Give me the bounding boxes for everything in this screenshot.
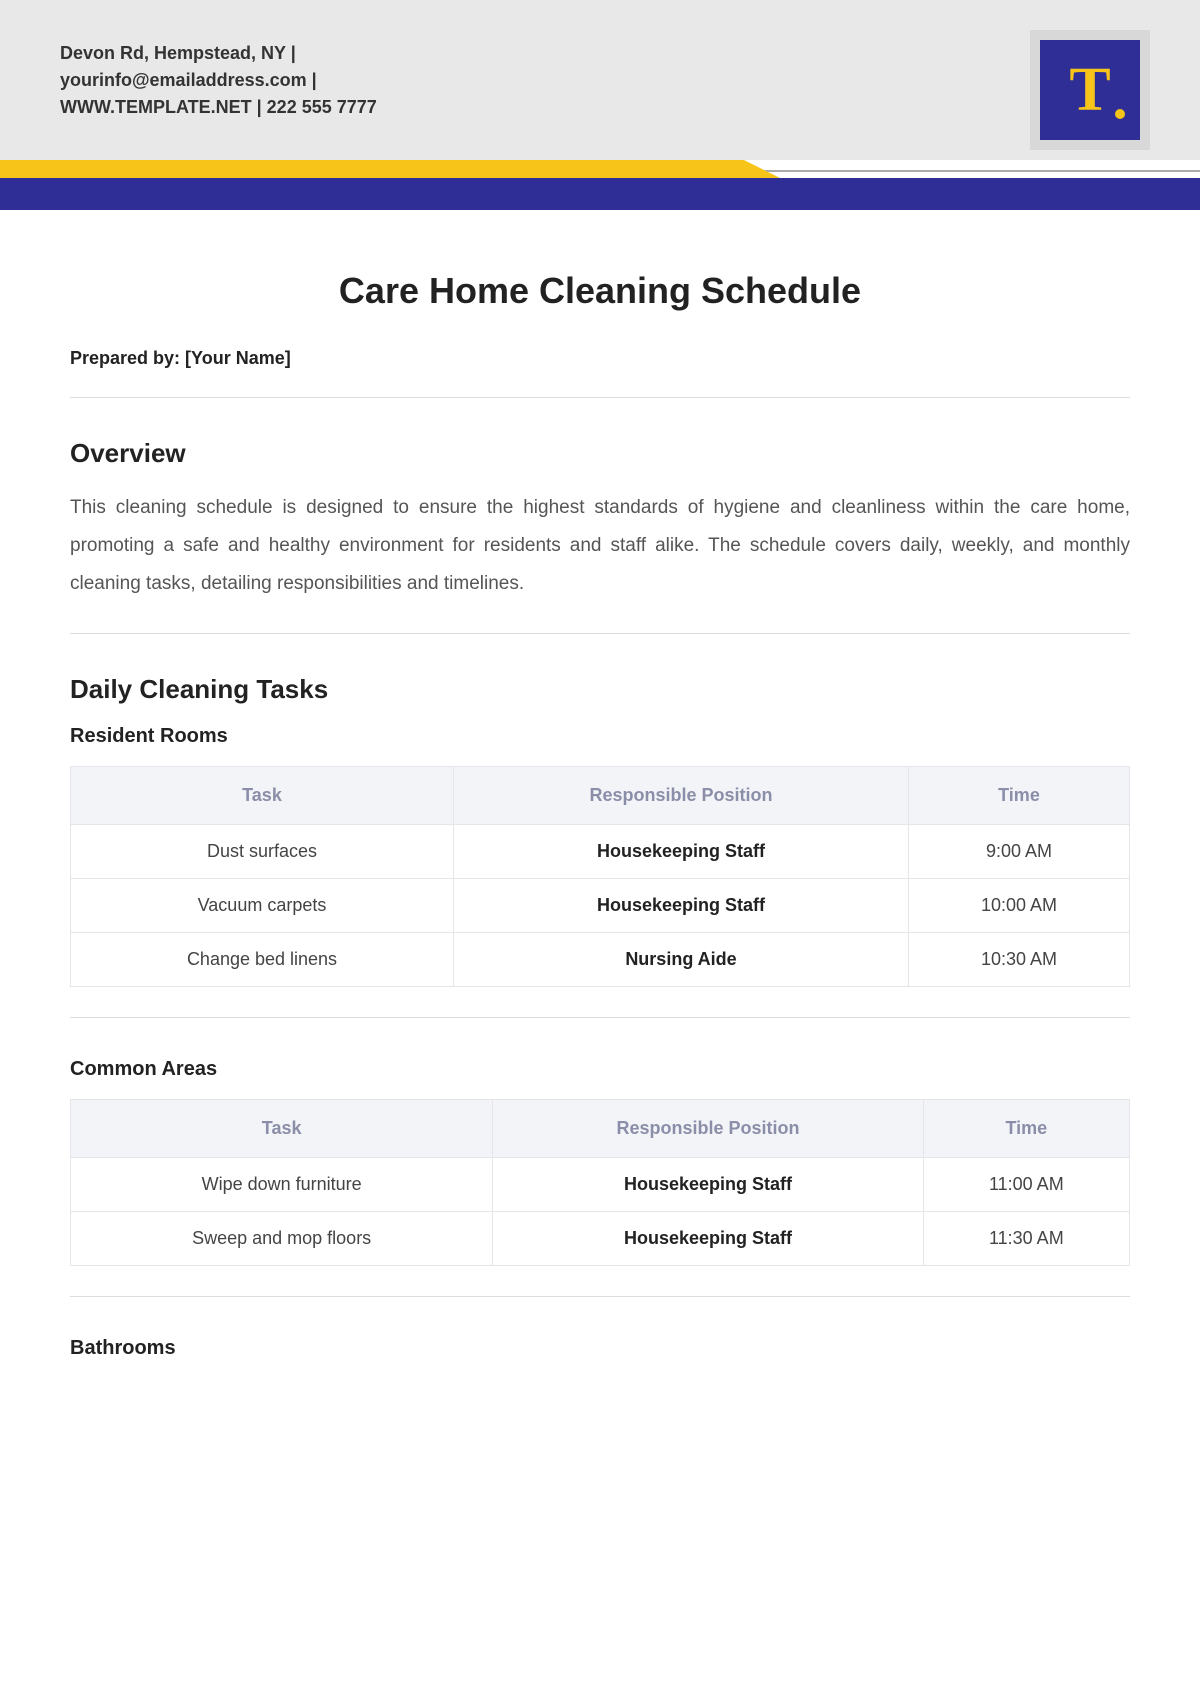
document-header: Devon Rd, Hempstead, NY | yourinfo@email…: [0, 0, 1200, 160]
cell-time: 11:30 AM: [923, 1212, 1129, 1266]
col-time: Time: [923, 1100, 1129, 1158]
section-heading-daily: Daily Cleaning Tasks: [70, 674, 1130, 705]
header-accent-bars: [0, 160, 1200, 210]
table-row: Sweep and mop floors Housekeeping Staff …: [71, 1212, 1130, 1266]
logo: T: [1040, 40, 1140, 140]
contact-info: Devon Rd, Hempstead, NY | yourinfo@email…: [60, 40, 377, 121]
cell-resp: Housekeeping Staff: [493, 1158, 923, 1212]
contact-line: WWW.TEMPLATE.NET | 222 555 7777: [60, 94, 377, 121]
col-resp: Responsible Position: [454, 767, 909, 825]
col-task: Task: [71, 1100, 493, 1158]
col-resp: Responsible Position: [493, 1100, 923, 1158]
yellow-bar: [0, 160, 744, 180]
cell-resp: Nursing Aide: [454, 933, 909, 987]
section-heading-overview: Overview: [70, 438, 1130, 469]
cell-time: 11:00 AM: [923, 1158, 1129, 1212]
table-common-areas: Task Responsible Position Time Wipe down…: [70, 1099, 1130, 1266]
page-title: Care Home Cleaning Schedule: [70, 270, 1130, 312]
cell-resp: Housekeeping Staff: [454, 825, 909, 879]
cell-time: 9:00 AM: [908, 825, 1129, 879]
cell-resp: Housekeeping Staff: [454, 879, 909, 933]
table-row: Dust surfaces Housekeeping Staff 9:00 AM: [71, 825, 1130, 879]
cell-time: 10:30 AM: [908, 933, 1129, 987]
cell-resp: Housekeeping Staff: [493, 1212, 923, 1266]
contact-line: Devon Rd, Hempstead, NY |: [60, 40, 377, 67]
logo-dot-icon: [1115, 109, 1125, 119]
subsection-bathrooms: Bathrooms: [70, 1337, 1130, 1360]
divider: [70, 397, 1130, 398]
overview-text: This cleaning schedule is designed to en…: [70, 489, 1130, 603]
table-resident-rooms: Task Responsible Position Time Dust surf…: [70, 766, 1130, 987]
col-time: Time: [908, 767, 1129, 825]
blue-bar: [0, 178, 1200, 210]
cell-time: 10:00 AM: [908, 879, 1129, 933]
table-row: Vacuum carpets Housekeeping Staff 10:00 …: [71, 879, 1130, 933]
logo-letter: T: [1069, 59, 1110, 121]
cell-task: Sweep and mop floors: [71, 1212, 493, 1266]
col-task: Task: [71, 767, 454, 825]
cell-task: Wipe down furniture: [71, 1158, 493, 1212]
cell-task: Dust surfaces: [71, 825, 454, 879]
prepared-by: Prepared by: [Your Name]: [70, 348, 1130, 369]
contact-line: yourinfo@emailaddress.com |: [60, 67, 377, 94]
divider: [70, 1296, 1130, 1297]
divider: [70, 1017, 1130, 1018]
subsection-resident-rooms: Resident Rooms: [70, 725, 1130, 748]
subsection-common-areas: Common Areas: [70, 1058, 1130, 1081]
cell-task: Vacuum carpets: [71, 879, 454, 933]
gray-line: [744, 170, 1200, 172]
table-row: Wipe down furniture Housekeeping Staff 1…: [71, 1158, 1130, 1212]
cell-task: Change bed linens: [71, 933, 454, 987]
document-body: Care Home Cleaning Schedule Prepared by:…: [0, 210, 1200, 1418]
table-row: Change bed linens Nursing Aide 10:30 AM: [71, 933, 1130, 987]
divider: [70, 633, 1130, 634]
